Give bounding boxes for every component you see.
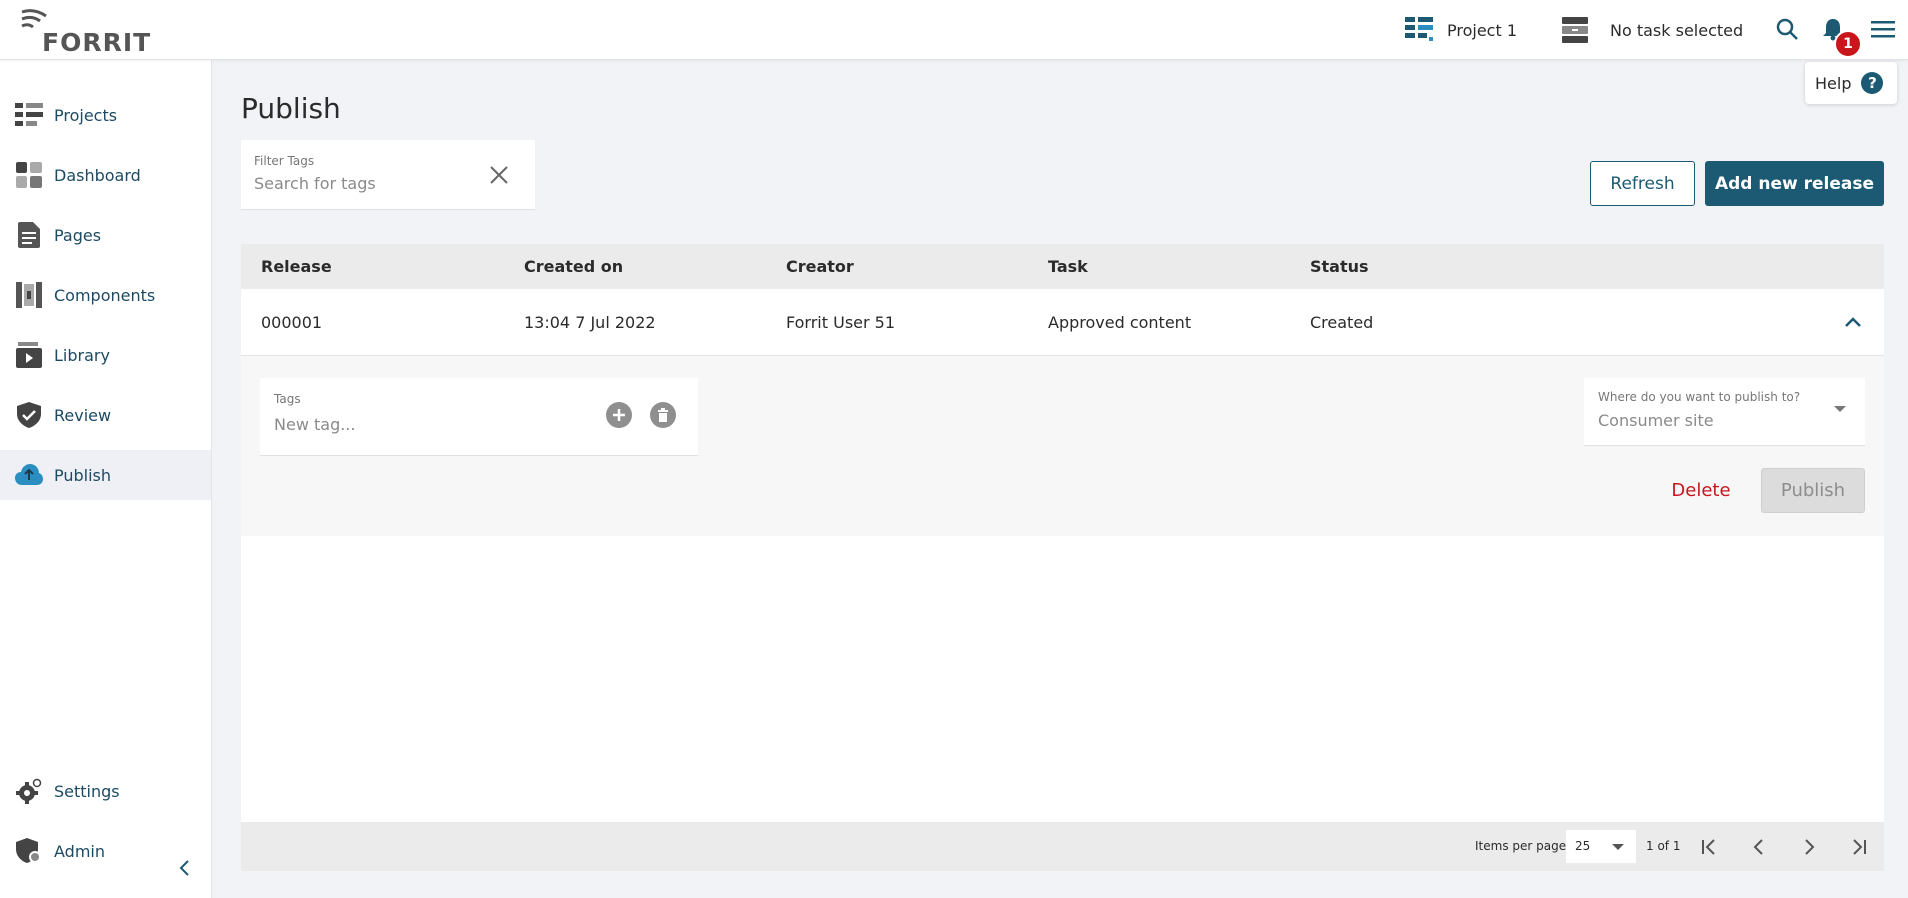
- review-icon: [14, 400, 44, 430]
- sidebar-item-components[interactable]: Components: [0, 270, 211, 320]
- chevron-left-icon: [179, 860, 189, 876]
- settings-icon: [14, 776, 44, 806]
- clear-filter-button[interactable]: [488, 164, 510, 186]
- sidebar-item-pages[interactable]: Pages: [0, 210, 211, 260]
- close-icon: [490, 166, 508, 184]
- question-icon: ?: [1861, 72, 1884, 94]
- logo-text: FORRIT: [42, 28, 152, 57]
- publish-icon: [14, 460, 44, 490]
- project-label: Project 1: [1447, 20, 1518, 40]
- sidebar-item-library[interactable]: Library: [0, 330, 211, 380]
- help-button[interactable]: Help ?: [1805, 62, 1897, 104]
- filter-tags-field: Filter Tags: [241, 140, 535, 210]
- items-per-page-select[interactable]: 25: [1566, 830, 1636, 863]
- project-icon: [1405, 17, 1433, 41]
- sidebar-item-label: Dashboard: [54, 165, 141, 185]
- pages-icon: [14, 220, 44, 250]
- add-tag-button[interactable]: [606, 402, 632, 428]
- admin-icon: [14, 836, 44, 866]
- cell-creator: Forrit User 51: [786, 313, 896, 332]
- delete-release-button[interactable]: Delete: [1656, 469, 1746, 512]
- column-header-task[interactable]: Task: [1048, 244, 1088, 289]
- filter-tags-label: Filter Tags: [254, 154, 315, 168]
- table-row[interactable]: 000001 13:04 7 Jul 2022 Forrit User 51 A…: [241, 289, 1884, 356]
- sidebar-item-dashboard[interactable]: Dashboard: [0, 150, 211, 200]
- chevron-up-icon: [1845, 317, 1861, 327]
- trash-icon: [650, 402, 676, 428]
- page-range: 1 of 1: [1646, 839, 1681, 853]
- publish-button[interactable]: Publish: [1761, 468, 1865, 513]
- library-icon: [14, 340, 44, 370]
- top-bar: FORRIT Project 1 No task selected 1: [0, 0, 1908, 60]
- refresh-button[interactable]: Refresh: [1590, 161, 1695, 206]
- sidebar-item-settings[interactable]: Settings: [0, 766, 211, 816]
- publish-destination-select[interactable]: Where do you want to publish to? Consume…: [1584, 378, 1865, 446]
- sidebar-item-publish[interactable]: Publish: [0, 450, 211, 500]
- sidebar-item-projects[interactable]: Projects: [0, 90, 211, 140]
- collapse-row-button[interactable]: [1841, 311, 1865, 335]
- first-page-button[interactable]: [1696, 834, 1722, 860]
- dashboard-icon: [14, 160, 44, 190]
- releases-table: Release Created on Creator Task Status 0…: [241, 244, 1884, 871]
- add-new-release-button[interactable]: Add new release: [1705, 161, 1884, 206]
- column-header-created-on[interactable]: Created on: [524, 244, 623, 289]
- task-icon: [1562, 17, 1588, 43]
- chevron-right-icon: [1805, 839, 1815, 855]
- search-icon: [1776, 18, 1798, 40]
- plus-circle-icon: [606, 402, 632, 428]
- project-selector[interactable]: Project 1: [1405, 0, 1517, 60]
- sidebar-item-label: Settings: [54, 781, 120, 801]
- last-page-button[interactable]: [1846, 834, 1872, 860]
- cell-release: 000001: [261, 313, 323, 332]
- items-per-page-value: 25: [1575, 839, 1591, 853]
- pagination-bar: Items per page 25 1 of 1: [241, 822, 1884, 871]
- forrit-logo[interactable]: FORRIT: [20, 8, 152, 57]
- previous-page-button[interactable]: [1746, 834, 1772, 860]
- sidebar-item-label: Review: [54, 405, 112, 425]
- sidebar-item-label: Publish: [54, 465, 112, 485]
- task-label: No task selected: [1610, 20, 1744, 40]
- column-header-status[interactable]: Status: [1310, 244, 1369, 289]
- sidebar-item-label: Pages: [54, 225, 102, 245]
- task-selector[interactable]: No task selected: [1562, 0, 1743, 60]
- sidebar-item-label: Projects: [54, 105, 118, 125]
- hamburger-menu-icon: [1871, 21, 1895, 38]
- cell-created-on: 13:04 7 Jul 2022: [524, 313, 656, 332]
- items-per-page-label: Items per page: [1475, 839, 1567, 853]
- sidebar-item-review[interactable]: Review: [0, 390, 211, 440]
- sidebar-item-label: Admin: [54, 841, 105, 861]
- filter-tags-input[interactable]: [254, 174, 474, 193]
- chevron-left-icon: [1753, 839, 1763, 855]
- projects-icon: [14, 100, 44, 130]
- next-page-button[interactable]: [1796, 834, 1822, 860]
- delete-tag-button[interactable]: [650, 402, 676, 428]
- cell-task: Approved content: [1048, 313, 1192, 332]
- last-page-icon: [1853, 839, 1866, 855]
- tags-field: Tags: [260, 378, 698, 456]
- sidebar-item-label: Components: [54, 285, 156, 305]
- collapse-sidebar-button[interactable]: [175, 858, 195, 878]
- column-header-release[interactable]: Release: [261, 244, 332, 289]
- caret-down-icon: [1834, 406, 1846, 412]
- first-page-icon: [1702, 839, 1715, 855]
- cell-status: Created: [1310, 313, 1374, 332]
- tags-label: Tags: [274, 392, 301, 406]
- main-menu-button[interactable]: [1868, 14, 1898, 44]
- notification-badge: 1: [1834, 30, 1862, 58]
- release-details-panel: Tags Where do you want to publish to? Co…: [241, 356, 1884, 536]
- column-header-creator[interactable]: Creator: [786, 244, 854, 289]
- sidebar: Projects Dashboard Pages Components Libr…: [0, 60, 212, 898]
- sidebar-item-label: Library: [54, 345, 110, 365]
- search-button[interactable]: [1772, 14, 1802, 44]
- help-label: Help: [1815, 73, 1852, 93]
- page-title: Publish: [241, 92, 341, 125]
- publish-destination-value: Consumer site: [1598, 411, 1714, 430]
- publish-destination-label: Where do you want to publish to?: [1598, 390, 1801, 404]
- caret-down-icon: [1612, 844, 1624, 850]
- components-icon: [14, 280, 44, 310]
- table-header: Release Created on Creator Task Status: [241, 244, 1884, 289]
- new-tag-input[interactable]: [274, 415, 574, 434]
